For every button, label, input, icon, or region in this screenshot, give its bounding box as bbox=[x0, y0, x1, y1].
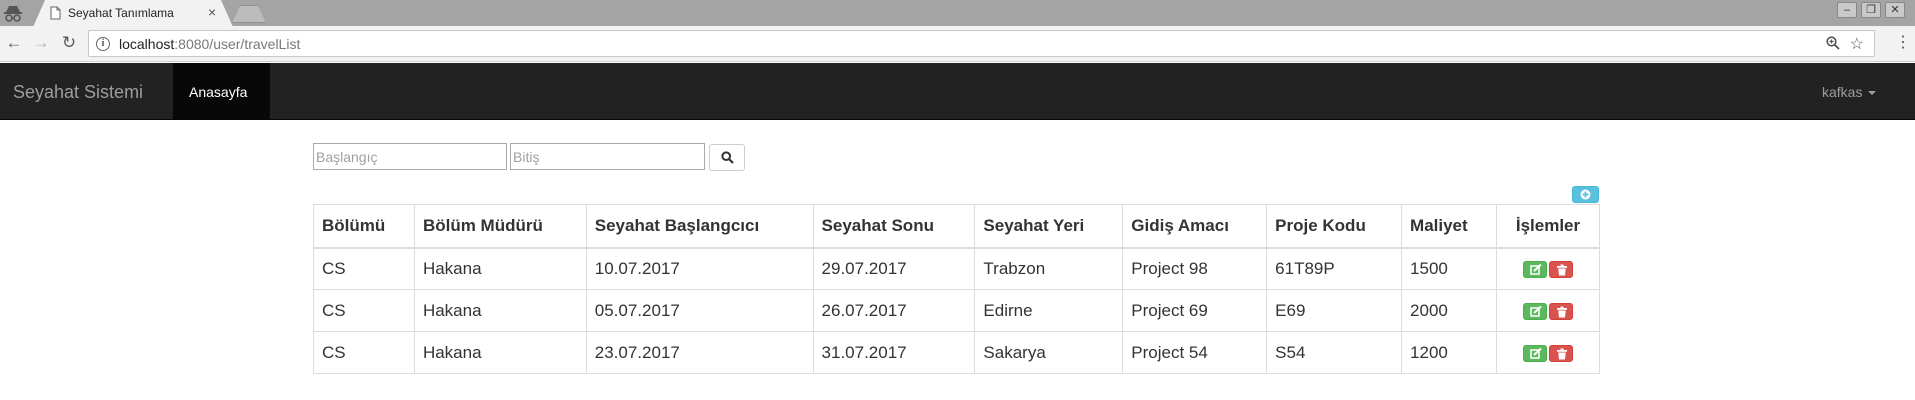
nav-item-home[interactable]: Anasayfa bbox=[173, 63, 270, 120]
end-date-input[interactable] bbox=[510, 143, 705, 170]
cell-location: Sakarya bbox=[974, 331, 1124, 374]
edit-button[interactable] bbox=[1522, 344, 1547, 362]
table-row: CS Hakana 05.07.2017 26.07.2017 Edirne P… bbox=[313, 289, 1601, 332]
cell-purpose: Project 69 bbox=[1122, 289, 1268, 332]
menu-icon[interactable]: ⋮ bbox=[1895, 33, 1911, 53]
header-actions: İşlemler bbox=[1495, 204, 1601, 249]
header-purpose[interactable]: Gidiş Amacı bbox=[1122, 204, 1268, 249]
delete-button[interactable] bbox=[1548, 260, 1573, 278]
edit-icon bbox=[1530, 347, 1542, 359]
tab-title: Seyahat Tanımlama bbox=[68, 6, 174, 20]
window-close-icon[interactable]: ✕ bbox=[1885, 2, 1905, 18]
table-row: CS Hakana 10.07.2017 29.07.2017 Trabzon … bbox=[313, 247, 1601, 290]
info-icon[interactable]: i bbox=[96, 37, 110, 51]
incognito-icon bbox=[4, 6, 22, 22]
cell-purpose: Project 98 bbox=[1122, 247, 1268, 290]
delete-button[interactable] bbox=[1548, 302, 1573, 320]
caret-down-icon bbox=[1868, 91, 1877, 96]
browser-toolbar: ← → ↻ i localhost:8080/user/travelList ☆… bbox=[0, 26, 1915, 62]
cell-cost: 1500 bbox=[1401, 247, 1497, 290]
address-bar[interactable]: i localhost:8080/user/travelList ☆ bbox=[88, 30, 1875, 57]
reload-icon[interactable]: ↻ bbox=[59, 33, 79, 53]
cell-department: CS bbox=[313, 289, 415, 332]
cell-start: 23.07.2017 bbox=[585, 331, 814, 374]
search-icon bbox=[721, 151, 734, 164]
cell-actions bbox=[1495, 331, 1601, 374]
cell-location: Trabzon bbox=[974, 247, 1124, 290]
cell-location: Edirne bbox=[974, 289, 1124, 332]
cell-department: CS bbox=[313, 331, 415, 374]
cell-department: CS bbox=[313, 247, 415, 290]
header-cost[interactable]: Maliyet bbox=[1401, 204, 1497, 249]
edit-icon bbox=[1530, 305, 1542, 317]
header-location[interactable]: Seyahat Yeri bbox=[974, 204, 1124, 249]
cell-manager: Hakana bbox=[413, 289, 587, 332]
forward-icon[interactable]: → bbox=[31, 33, 51, 53]
cell-end: 29.07.2017 bbox=[812, 247, 976, 290]
cell-cost: 1200 bbox=[1401, 331, 1497, 374]
app-navbar: Seyahat Sistemi Anasayfa kafkas bbox=[0, 63, 1915, 120]
zoom-icon[interactable] bbox=[1826, 36, 1840, 50]
brand[interactable]: Seyahat Sistemi bbox=[13, 82, 143, 103]
url-text[interactable]: localhost:8080/user/travelList bbox=[119, 36, 300, 52]
cell-manager: Hakana bbox=[413, 331, 587, 374]
plus-circle-icon bbox=[1580, 189, 1591, 200]
browser-tab-bar: Seyahat Tanımlama × – ❐ ✕ bbox=[0, 0, 1915, 27]
cell-cost: 2000 bbox=[1401, 289, 1497, 332]
header-department[interactable]: Bölümü bbox=[313, 204, 415, 249]
header-end[interactable]: Seyahat Sonu bbox=[812, 204, 976, 249]
cell-project-code: E69 bbox=[1266, 289, 1403, 332]
header-project-code[interactable]: Proje Kodu bbox=[1266, 204, 1403, 249]
edit-button[interactable] bbox=[1522, 260, 1547, 278]
cell-actions bbox=[1495, 289, 1601, 332]
star-icon[interactable]: ☆ bbox=[1850, 34, 1864, 54]
minimize-icon[interactable]: – bbox=[1837, 2, 1857, 18]
cell-project-code: S54 bbox=[1266, 331, 1403, 374]
tab-close-icon[interactable]: × bbox=[208, 4, 216, 20]
cell-start: 10.07.2017 bbox=[585, 247, 814, 290]
edit-button[interactable] bbox=[1522, 302, 1547, 320]
restore-icon[interactable]: ❐ bbox=[1861, 2, 1881, 18]
table-header-row: Bölümü Bölüm Müdürü Seyahat Başlangcıcı … bbox=[313, 204, 1601, 249]
start-date-input[interactable] bbox=[313, 143, 507, 170]
cell-actions bbox=[1495, 247, 1601, 290]
nav-item-label: Anasayfa bbox=[189, 84, 248, 100]
user-name: kafkas bbox=[1822, 84, 1863, 100]
search-button[interactable] bbox=[709, 144, 745, 171]
user-menu[interactable]: kafkas bbox=[1822, 84, 1877, 100]
page-icon bbox=[50, 6, 61, 20]
travel-table: Bölümü Bölüm Müdürü Seyahat Başlangcıcı … bbox=[313, 204, 1601, 374]
back-icon[interactable]: ← bbox=[4, 33, 24, 53]
trash-icon bbox=[1556, 348, 1567, 360]
trash-icon bbox=[1556, 306, 1567, 318]
edit-icon bbox=[1530, 263, 1542, 275]
cell-project-code: 61T89P bbox=[1266, 247, 1403, 290]
table-row: CS Hakana 23.07.2017 31.07.2017 Sakarya … bbox=[313, 331, 1601, 374]
header-start[interactable]: Seyahat Başlangcıcı bbox=[585, 204, 814, 249]
delete-button[interactable] bbox=[1548, 344, 1573, 362]
new-tab-button[interactable] bbox=[232, 5, 266, 23]
cell-purpose: Project 54 bbox=[1122, 331, 1268, 374]
add-travel-button[interactable] bbox=[1572, 186, 1599, 203]
cell-end: 31.07.2017 bbox=[812, 331, 976, 374]
trash-icon bbox=[1556, 264, 1567, 276]
cell-manager: Hakana bbox=[413, 247, 587, 290]
cell-start: 05.07.2017 bbox=[585, 289, 814, 332]
header-manager[interactable]: Bölüm Müdürü bbox=[413, 204, 587, 249]
cell-end: 26.07.2017 bbox=[812, 289, 976, 332]
